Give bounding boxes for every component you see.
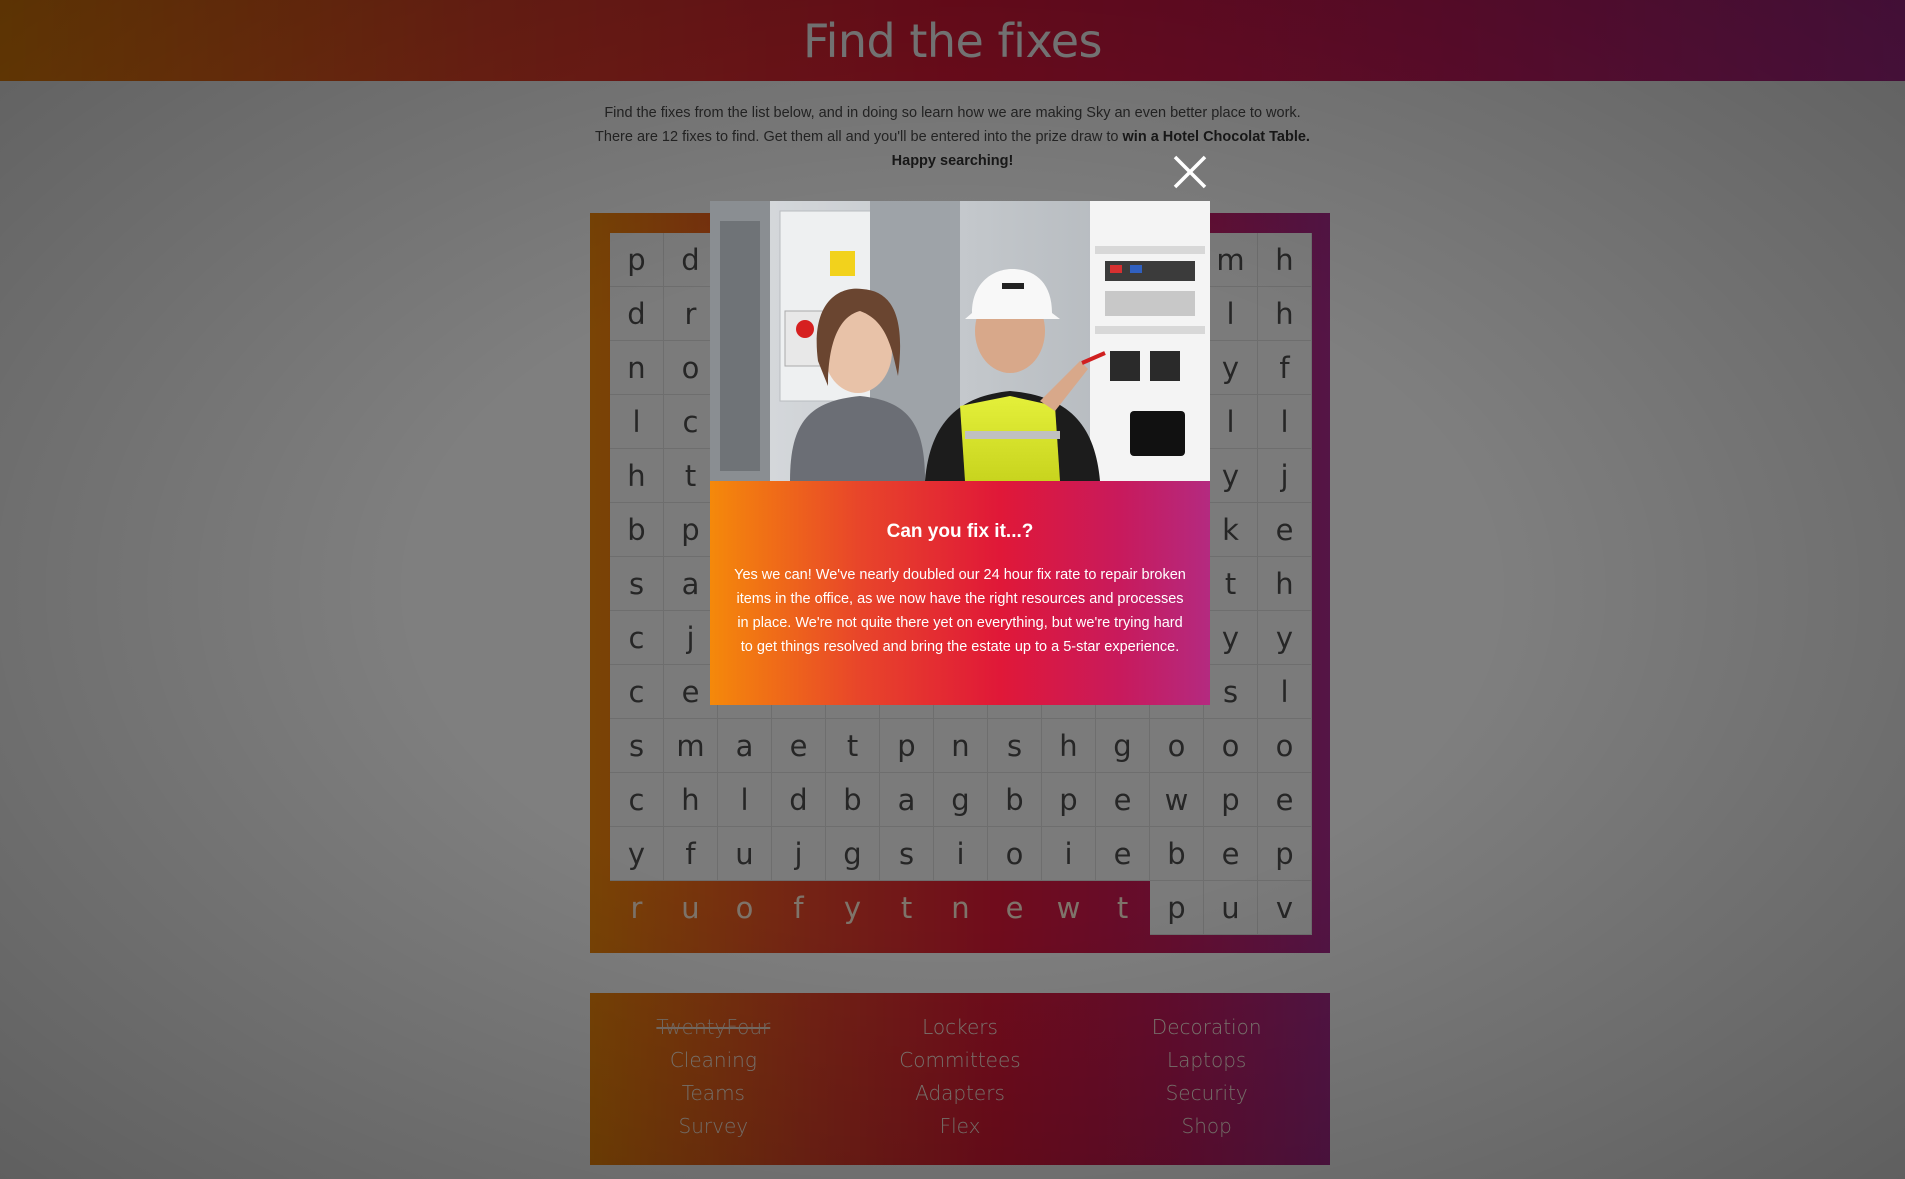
modal-title: Can you fix it...?: [886, 521, 1034, 542]
modal-body: Can you fix it...? Yes we can! We've nea…: [710, 481, 1210, 705]
close-icon[interactable]: [1170, 152, 1210, 192]
modal-text: Yes we can! We've nearly doubled our 24 …: [734, 567, 1186, 655]
engineer-photo: [710, 201, 1210, 481]
fix-modal: Can you fix it...? Yes we can! We've nea…: [710, 201, 1210, 705]
